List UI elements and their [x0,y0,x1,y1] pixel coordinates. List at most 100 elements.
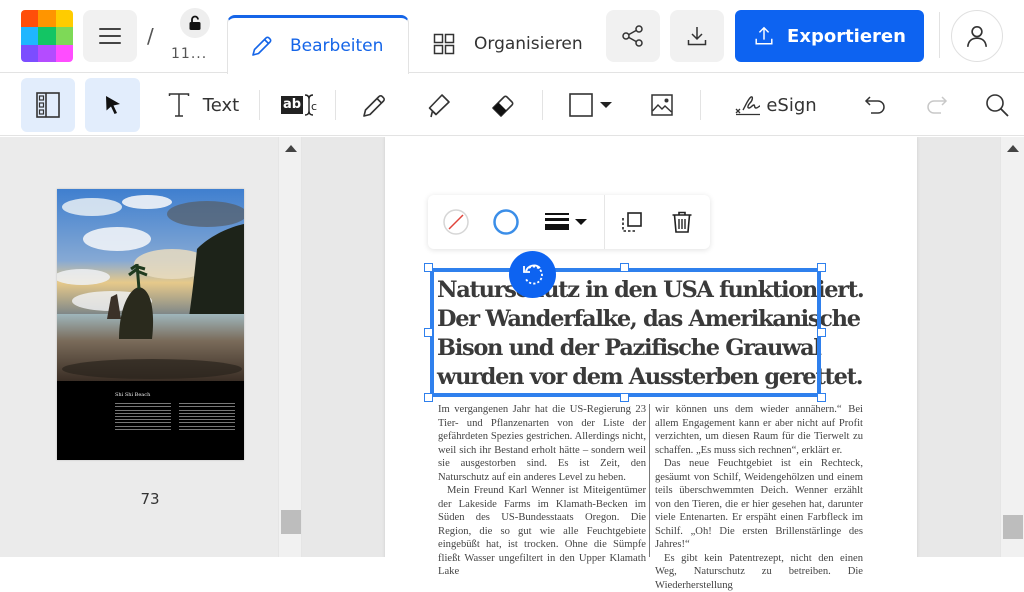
text-tool[interactable]: Text [158,78,248,132]
download-button[interactable] [670,10,724,62]
resize-handle-top-right[interactable] [817,263,826,272]
article-column-right[interactable]: wir können uns dem wieder annähern.“ Bei… [655,403,863,592]
thumbnail-caption: Shi Shi Beach [115,392,235,432]
paragraph: Es gibt kein Patentrezept, nicht den ein… [655,552,863,592]
logo-tile [38,27,55,44]
fill-color-button[interactable] [436,195,476,249]
undo-button[interactable] [854,78,898,132]
tab-edit[interactable]: Bearbeiten [227,15,409,74]
thumbnails-toggle-button[interactable] [21,78,75,132]
pencil-icon [250,34,274,58]
redo-button[interactable] [914,78,958,132]
resize-handle-top-left[interactable] [424,263,433,272]
lock-open-icon[interactable] [180,8,210,38]
app-header: / 11... Bearbeiten Organisieren [0,0,1024,73]
tab-organize[interactable]: Organisieren [432,15,583,73]
rectangle-icon [568,92,594,118]
highlighter-icon [424,91,452,119]
thumbnail-scrollbar[interactable] [278,137,302,557]
resize-handle-bottom[interactable] [620,393,629,402]
resize-handle-top[interactable] [620,263,629,272]
resize-handle-right[interactable] [817,328,826,337]
grid-icon [432,32,456,56]
scrollbar-thumb[interactable] [1003,515,1023,539]
shape-tool[interactable] [562,78,618,132]
resize-handle-left[interactable] [424,328,433,337]
pencil-icon [360,91,388,119]
undo-icon [863,93,889,117]
delete-button[interactable] [664,195,700,249]
column-divider [649,404,650,557]
logo-tile [38,45,55,62]
thumbnails-panel-icon [35,91,61,119]
account-button[interactable] [951,10,1003,62]
toolbar-divider [335,90,336,120]
toolbar-divider [700,90,701,120]
eraser-icon [489,91,517,119]
cursor-icon [103,94,123,116]
document-scrollbar[interactable] [1000,137,1024,557]
download-icon [685,24,709,48]
paragraph: Das neue Feuchtgebiet ist ein Rechteck, … [655,457,863,552]
text-tool-label: Text [203,95,239,116]
export-label: Exportieren [787,26,906,47]
text-field-icon: ab c [281,93,317,117]
delete-icon [671,210,693,234]
text-icon [167,92,191,118]
export-button[interactable]: Exportieren [735,10,924,62]
article-column-left[interactable]: Im vergangenen Jahr hat die US-Regierung… [438,403,646,579]
upload-icon [753,25,775,47]
share-icon [621,24,645,48]
resize-handle-bottom-right[interactable] [817,393,826,402]
duplicate-icon [620,210,644,234]
hamburger-icon [99,28,121,44]
highlighter-tool[interactable] [416,78,460,132]
thumbnail-caption-title: Shi Shi Beach [115,392,235,398]
svg-text:c: c [311,100,317,113]
fill-none-icon [442,208,470,236]
document-name[interactable]: 11... [171,46,207,62]
page-thumbnail[interactable]: Shi Shi Beach [57,189,244,460]
search-icon [984,92,1010,118]
search-button[interactable] [975,78,1019,132]
edit-toolbar: Text ab c [0,74,1024,136]
app-logo[interactable] [21,10,73,62]
toolbar-divider [604,195,605,249]
menu-button[interactable] [83,10,137,62]
eraser-tool[interactable] [481,78,525,132]
share-button[interactable] [606,10,660,62]
breadcrumb-separator: / [147,24,154,48]
logo-tile [56,45,73,62]
paragraph: wir können uns dem wieder annähern.“ Bei… [655,403,863,457]
select-tool[interactable] [85,78,140,132]
logo-tile [21,10,38,27]
scroll-up-arrow-icon[interactable] [1007,145,1019,152]
header-divider [939,12,940,58]
text-field-tool[interactable]: ab c [275,78,323,132]
rotate-icon [520,262,546,288]
pencil-tool[interactable] [352,78,396,132]
esign-label: eSign [766,95,816,116]
thumbnail-photo [57,189,244,381]
scrollbar-thumb[interactable] [281,510,301,534]
esign-tool[interactable]: eSign [728,78,823,132]
logo-tile [56,27,73,44]
selected-rectangle-shape[interactable] [430,268,821,397]
resize-handle-bottom-left[interactable] [424,393,433,402]
image-icon [650,93,674,117]
rotate-handle[interactable] [509,251,556,298]
thumbnail-panel: Shi Shi Beach 73 [0,137,278,557]
duplicate-button[interactable] [614,195,650,249]
scroll-up-arrow-icon[interactable] [285,145,297,152]
tab-organize-label: Organisieren [474,34,583,54]
stroke-width-button[interactable] [538,195,594,249]
logo-tile [56,10,73,27]
image-tool[interactable] [640,78,684,132]
logo-tile [21,27,38,44]
page-number: 73 [130,490,170,508]
stroke-color-button[interactable] [486,195,526,249]
user-icon [964,23,990,49]
paragraph: Mein Freund Karl Wenner ist Miteigentüme… [438,484,646,579]
chevron-down-icon [599,100,613,110]
logo-tile [38,10,55,27]
